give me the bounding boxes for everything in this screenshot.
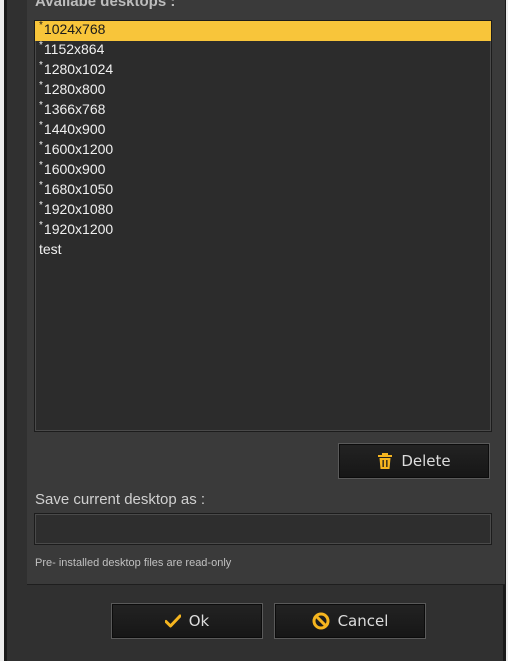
read-only-note: Pre- installed desktop files are read-on…	[35, 557, 232, 569]
preinstalled-marker: *	[39, 160, 43, 171]
footer-divider	[27, 584, 505, 585]
cancel-icon	[312, 612, 330, 630]
preinstalled-marker: *	[39, 180, 43, 191]
desktop-list[interactable]: *1024x768 *1152x864 *1280x1024 *1280x800 *13…	[34, 20, 492, 432]
desktop-list-item[interactable]: *1280x1024	[35, 60, 491, 81]
desktop-list-item[interactable]: *1024x768	[35, 21, 491, 41]
preinstalled-marker: *	[39, 200, 43, 211]
section-title: Availabe desktops :	[35, 0, 176, 10]
delete-button-label: Delete	[401, 452, 451, 470]
desktop-name: 1600x900	[43, 161, 106, 177]
delete-button[interactable]: Delete	[338, 443, 490, 479]
desktop-name: 1600x1200	[43, 141, 114, 157]
desktop-list-item[interactable]: *1920x1080	[35, 200, 491, 221]
desktop-list-item[interactable]: *1920x1200	[35, 220, 491, 241]
desktop-list-item[interactable]: *1366x768	[35, 100, 491, 121]
preinstalled-marker: *	[39, 140, 43, 151]
desktop-name: 1366x768	[43, 101, 106, 117]
cancel-button-label: Cancel	[337, 612, 389, 630]
desktop-name: 1152x864	[43, 41, 105, 57]
desktop-list-item[interactable]: *1600x1200	[35, 140, 491, 161]
desktop-name: test	[39, 241, 62, 257]
save-desktop-label: Save current desktop as :	[35, 491, 206, 508]
preinstalled-marker: *	[39, 120, 43, 131]
save-desktop-input[interactable]	[34, 513, 492, 545]
checkmark-icon	[164, 614, 181, 628]
ok-button[interactable]: Ok	[111, 603, 263, 639]
desktop-name: 1024x768	[43, 21, 106, 37]
preinstalled-marker: *	[39, 40, 43, 51]
desktop-name: 1280x800	[43, 81, 106, 97]
ok-button-label: Ok	[188, 612, 210, 630]
desktop-name: 1440x900	[43, 121, 106, 137]
preinstalled-marker: *	[39, 100, 43, 111]
desktop-list-item[interactable]: *1600x900	[35, 160, 491, 181]
preinstalled-marker: *	[39, 20, 43, 31]
trash-icon	[377, 452, 393, 470]
desktop-name: 1680x1050	[43, 181, 114, 197]
desktop-list-item[interactable]: *1440x900	[35, 120, 491, 141]
cancel-button[interactable]: Cancel	[274, 603, 426, 639]
desktop-list-item[interactable]: *1680x1050	[35, 180, 491, 201]
desktop-name: 1920x1200	[43, 221, 114, 237]
desktop-name: 1280x1024	[43, 61, 114, 77]
desktop-list-item[interactable]: *1280x800	[35, 80, 491, 101]
desktop-list-item[interactable]: test	[35, 241, 491, 261]
desktop-name: 1920x1080	[43, 201, 114, 217]
desktop-list-item[interactable]: *1152x864	[35, 40, 491, 61]
preinstalled-marker: *	[39, 60, 43, 71]
preinstalled-marker: *	[39, 220, 43, 231]
preinstalled-marker: *	[39, 80, 43, 91]
